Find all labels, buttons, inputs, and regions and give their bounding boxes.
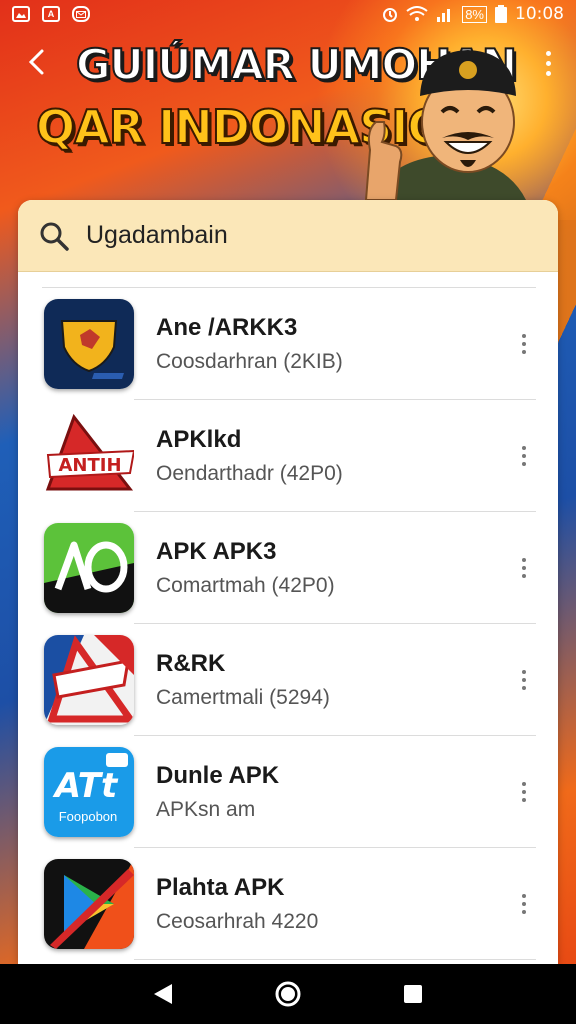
list-item[interactable]: Plahta APK Ceosarhrah 4220 — [18, 848, 558, 960]
antih-app-icon: ANTIH — [44, 411, 134, 501]
nav-back-button[interactable] — [143, 974, 183, 1014]
alarm-icon — [383, 8, 398, 22]
status-bar: A 8% 10:08 — [0, 0, 576, 28]
more-options-button[interactable] — [538, 48, 558, 78]
wifi-icon — [406, 6, 428, 21]
atl-icon-text: ATt — [52, 766, 119, 806]
clock: 10:08 — [515, 4, 564, 24]
app-subtitle: Ceosarhrah 4220 — [156, 910, 319, 933]
ao-app-icon — [44, 523, 134, 613]
mascot-illustration — [364, 50, 526, 200]
more-vertical-icon — [545, 50, 551, 56]
nav-back-icon — [153, 984, 172, 1004]
list-item[interactable]: R&RK Camertmali (5294) — [18, 624, 558, 736]
list-item[interactable]: Ane /ARKK3 Coosdarhran (2KIB) — [18, 288, 558, 400]
app-list-card: Ane /ARKK3 Coosdarhran (2KIB) ANTIH APKl… — [18, 200, 558, 964]
app-subtitle: APKsn am — [156, 798, 256, 821]
app-list: Ane /ARKK3 Coosdarhran (2KIB) ANTIH APKl… — [18, 288, 558, 960]
battery-label: 8% — [462, 5, 487, 23]
item-more-button[interactable] — [512, 660, 536, 700]
list-item[interactable]: ANTIH APKlkd Oendarthadr (42P0) — [18, 400, 558, 512]
item-more-button[interactable] — [512, 884, 536, 924]
list-top-divider — [18, 272, 558, 288]
search-bar — [18, 200, 558, 272]
app-subtitle: Coosdarhran (2KIB) — [156, 350, 343, 373]
app-subtitle: Comartmah (42P0) — [156, 574, 335, 597]
app-name: APK APK3 — [156, 538, 277, 565]
app-name: Dunle APK — [156, 762, 280, 789]
signal-icon — [437, 9, 451, 22]
antih-icon-text: ANTIH — [58, 455, 121, 476]
item-more-button[interactable] — [512, 548, 536, 588]
nav-home-button[interactable] — [268, 974, 308, 1014]
more-vertical-icon — [522, 334, 526, 338]
shield-app-icon — [44, 299, 134, 389]
more-vertical-icon — [522, 894, 526, 898]
font-icon: A — [42, 6, 60, 22]
app-name: R&RK — [156, 650, 226, 677]
atl-app-icon: ATt Foopobon — [44, 747, 134, 837]
item-more-button[interactable] — [512, 772, 536, 812]
more-vertical-icon — [522, 782, 526, 786]
nav-recents-button[interactable] — [393, 974, 433, 1014]
more-vertical-icon — [522, 558, 526, 562]
item-more-button[interactable] — [512, 324, 536, 364]
item-more-button[interactable] — [512, 436, 536, 476]
triangle-app-icon — [44, 635, 134, 725]
navigation-bar — [0, 964, 576, 1024]
back-button[interactable] — [20, 44, 52, 80]
app-name: Plahta APK — [156, 874, 285, 901]
app-name: APKlkd — [156, 426, 242, 453]
more-vertical-icon — [522, 446, 526, 450]
play-app-icon — [44, 859, 134, 949]
atl-icon-subtext: Foopobon — [59, 809, 118, 824]
more-vertical-icon — [522, 670, 526, 674]
nav-home-icon — [275, 981, 301, 1007]
battery-icon — [495, 5, 507, 23]
list-item[interactable]: APK APK3 Comartmah (42P0) — [18, 512, 558, 624]
search-input[interactable] — [86, 221, 538, 250]
search-icon[interactable] — [38, 220, 70, 252]
app-name: Ane /ARKK3 — [156, 314, 298, 341]
app-subtitle: Oendarthadr (42P0) — [156, 462, 343, 485]
mail-icon — [72, 6, 90, 22]
image-icon — [12, 6, 30, 22]
app-subtitle: Camertmali (5294) — [156, 686, 330, 709]
nav-recents-icon — [404, 985, 423, 1003]
back-arrow-icon — [28, 49, 44, 75]
list-item[interactable]: ATt Foopobon Dunle APK APKsn am — [18, 736, 558, 848]
